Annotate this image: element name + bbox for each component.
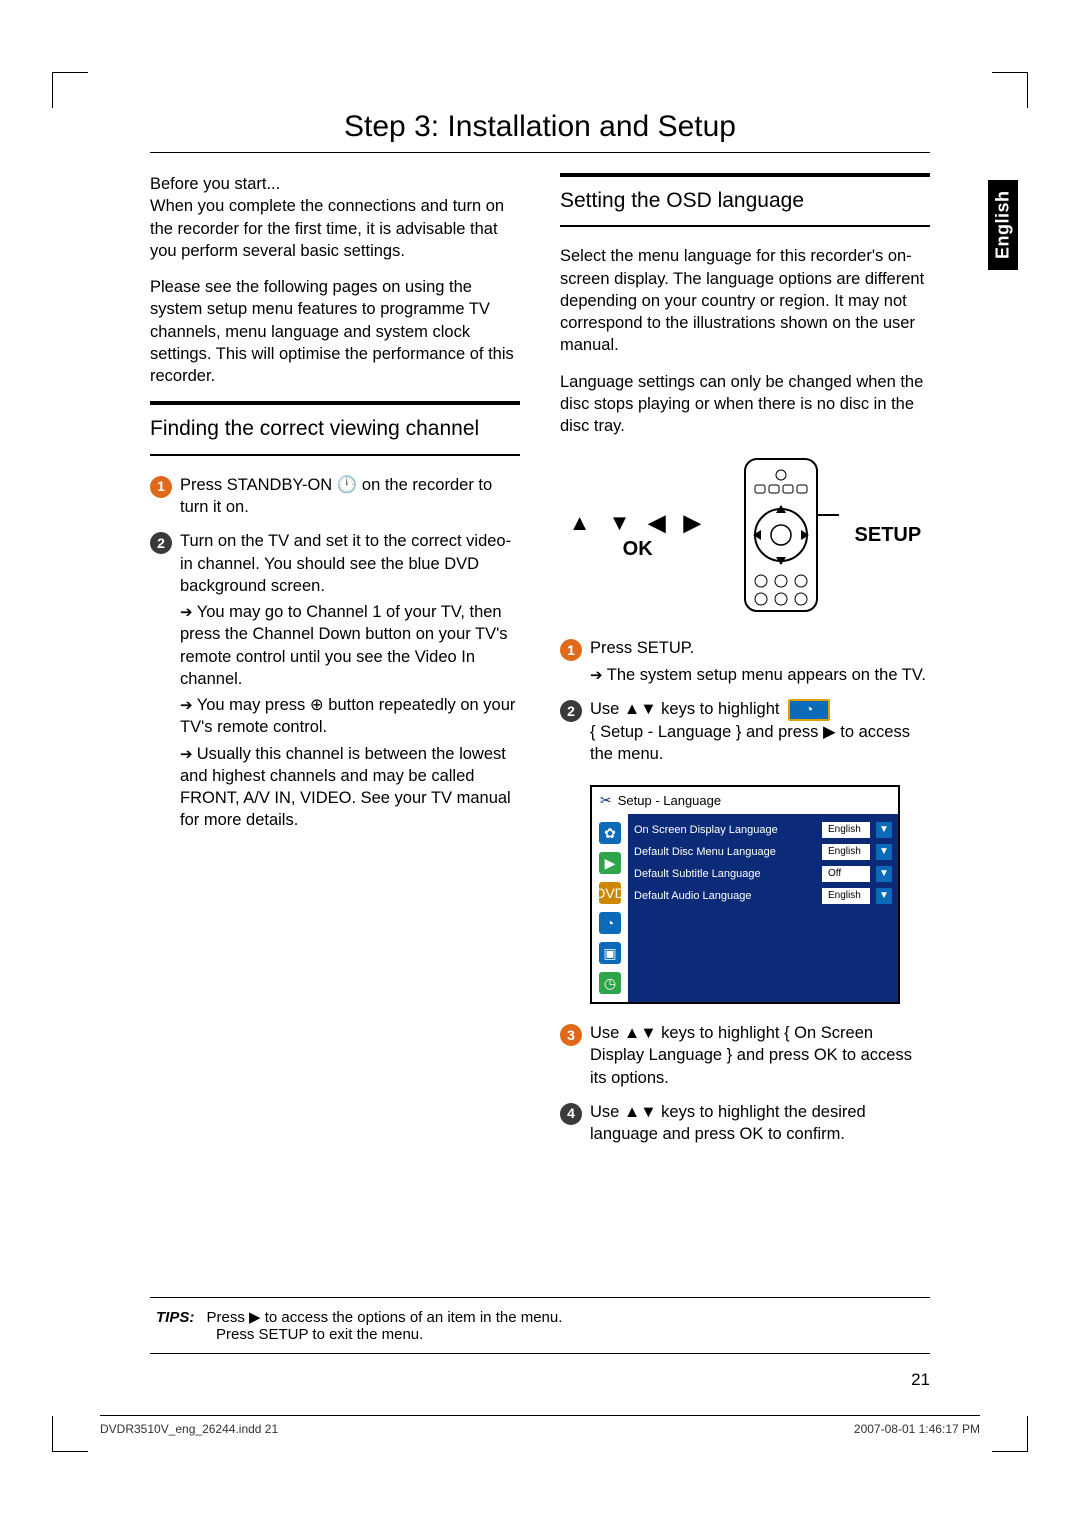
manual-page: English Step 3: Installation and Setup B…: [0, 0, 1080, 1524]
step-3-right: 3 Use ▲▼ keys to highlight { On Screen D…: [560, 1022, 930, 1089]
footer-file: DVDR3510V_eng_26244.indd 21: [100, 1422, 278, 1436]
step-4-right: 4 Use ▲▼ keys to highlight the desired l…: [560, 1101, 930, 1146]
step-number-icon: 2: [560, 700, 582, 722]
left-column: Before you start... When you complete th…: [150, 173, 520, 1157]
step-text: Use ▲▼ keys to highlight { On Screen Dis…: [590, 1022, 930, 1089]
menu-row-value: English: [822, 844, 870, 860]
tips-line-1: Press ▶ to access the options of an item…: [207, 1309, 563, 1326]
menu-title: Setup - Language: [618, 792, 721, 810]
intro-paragraph-2: Please see the following pages on using …: [150, 276, 520, 387]
setup-label: SETUP: [855, 522, 922, 549]
gear-icon: ✿: [599, 822, 621, 844]
step-text-tail: { Setup - Language } and press ▶ to acce…: [590, 721, 930, 766]
footer-timestamp: 2007-08-01 1:46:17 PM: [854, 1422, 980, 1436]
step-number-icon: 1: [150, 476, 172, 498]
menu-row-label: Default Subtitle Language: [634, 867, 816, 882]
menu-row-label: On Screen Display Language: [634, 823, 816, 838]
step-number-icon: 1: [560, 639, 582, 661]
remote-illustration: ▲ ▼ ◀ ▶ OK: [560, 455, 930, 615]
tips-line-2: Press SETUP to exit the menu.: [156, 1326, 924, 1343]
globe-highlight-icon: ◔: [788, 699, 830, 721]
step-text: Use ▲▼ keys to highlight: [590, 700, 780, 718]
step-number-icon: 4: [560, 1103, 582, 1125]
subheading-block: Finding the correct viewing channel: [150, 401, 520, 455]
crop-mark: [992, 1416, 1028, 1452]
globe-icon: ◔: [599, 912, 621, 934]
tips-box: TIPS: Press ▶ to access the options of a…: [150, 1297, 930, 1354]
language-tab: English: [988, 180, 1018, 270]
menu-row-label: Default Disc Menu Language: [634, 845, 816, 860]
crop-mark: [992, 72, 1028, 108]
step-sub-a: You may go to Channel 1 of your TV, then…: [180, 601, 520, 690]
step-sub-b: You may press ⊕ button repeatedly on you…: [180, 694, 520, 739]
dropdown-icon: ▼: [876, 888, 892, 904]
play-icon: ▶: [599, 852, 621, 874]
menu-row: Default Subtitle Language Off ▼: [634, 866, 892, 882]
step-number-icon: 2: [150, 532, 172, 554]
step-sub-c: Usually this channel is between the lowe…: [180, 743, 520, 832]
intro-paragraph-1: Before you start... When you complete th…: [150, 173, 520, 262]
crop-mark: [52, 1416, 88, 1452]
step-text: Press STANDBY-ON 🕛 on the recorder to tu…: [180, 474, 520, 519]
step-2: 2 Turn on the TV and set it to the corre…: [150, 530, 520, 831]
step-text: Press SETUP.: [590, 637, 930, 659]
step-1-right: 1 Press SETUP. The system setup menu app…: [560, 637, 930, 686]
menu-row-value: Off: [822, 866, 870, 882]
step-number-icon: 3: [560, 1024, 582, 1046]
osd-paragraph-1: Select the menu language for this record…: [560, 245, 930, 356]
menu-row-value: English: [822, 888, 870, 904]
step-text: Turn on the TV and set it to the correct…: [180, 530, 520, 597]
osd-paragraph-2: Language settings can only be changed wh…: [560, 371, 930, 438]
page-title: Step 3: Installation and Setup: [150, 110, 930, 153]
menu-row: Default Disc Menu Language English ▼: [634, 844, 892, 860]
tips-label: TIPS:: [156, 1309, 194, 1326]
menu-row-value: English: [822, 822, 870, 838]
crop-mark: [52, 72, 88, 108]
remote-control-icon: [721, 455, 841, 615]
direction-arrows-icon: ▲ ▼ ◀ ▶: [569, 511, 707, 535]
dropdown-icon: ▼: [876, 866, 892, 882]
step-1: 1 Press STANDBY-ON 🕛 on the recorder to …: [150, 474, 520, 519]
step-sub: The system setup menu appears on the TV.: [590, 664, 930, 686]
ok-label: OK: [569, 538, 707, 560]
subheading-block: Setting the OSD language: [560, 173, 930, 227]
step-text: Use ▲▼ keys to highlight the desired lan…: [590, 1101, 930, 1146]
menu-row: On Screen Display Language English ▼: [634, 822, 892, 838]
dvd-icon: DVD: [599, 882, 621, 904]
menu-row-label: Default Audio Language: [634, 889, 816, 904]
dropdown-icon: ▼: [876, 844, 892, 860]
osd-menu-illustration: ✂ Setup - Language ✿ ▶ DVD ◔ ▣ ◷: [560, 777, 930, 1022]
tools-icon: ✂: [600, 791, 612, 810]
footer: DVDR3510V_eng_26244.indd 21 2007-08-01 1…: [100, 1415, 980, 1436]
subheading: Setting the OSD language: [560, 183, 930, 219]
right-column: Setting the OSD language Select the menu…: [560, 173, 930, 1157]
subheading: Finding the correct viewing channel: [150, 411, 520, 447]
menu-row: Default Audio Language English ▼: [634, 888, 892, 904]
dropdown-icon: ▼: [876, 822, 892, 838]
tv-icon: ▣: [599, 942, 621, 964]
step-2-right: 2 Use ▲▼ keys to highlight ◔ { Setup - L…: [560, 698, 930, 765]
content-area: Step 3: Installation and Setup Before yo…: [100, 110, 980, 1157]
clock-icon: ◷: [599, 972, 621, 994]
page-number: 21: [911, 1370, 930, 1390]
